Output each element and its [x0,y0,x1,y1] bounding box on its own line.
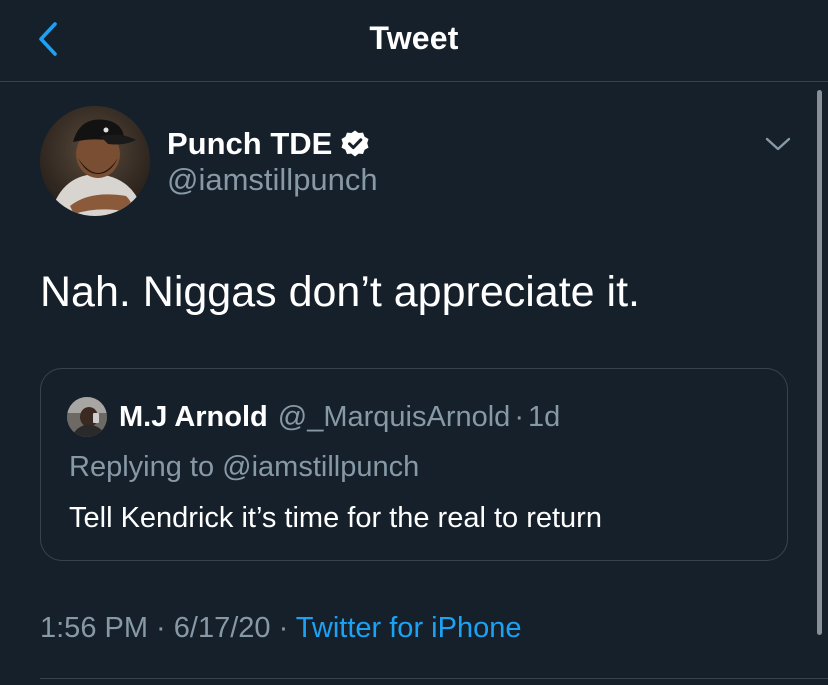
quoted-timestamp: 1d [527,400,561,433]
tweet-text: Nah. Niggas don’t appreciate it. [40,268,640,316]
tweet-options-button[interactable] [752,122,804,166]
replying-to-line: Replying to @iamstillpunch [69,451,419,484]
quoted-author-handle: @_MarquisArnold [277,400,511,433]
author-handle[interactable]: @iamstillpunch [167,162,378,198]
scrollbar[interactable] [817,90,822,635]
quoted-tweet-text: Tell Kendrick it’s time for the real to … [69,502,602,534]
author-avatar[interactable] [40,106,150,216]
tweet-time: 1:56 PM [40,612,148,644]
tweet-source-link[interactable]: Twitter for iPhone [296,612,522,644]
quoted-separator: · [514,400,524,433]
quoted-author-avatar [67,397,107,437]
meta-separator-2: · [270,612,296,644]
replying-to-handle[interactable]: @iamstillpunch [222,451,419,483]
tweet-meta: 1:56 PM · 6/17/20 · Twitter for iPhone [40,612,521,645]
quoted-author-name: M.J Arnold [119,400,268,433]
navigation-bar: Tweet [0,0,828,82]
verified-badge-icon [340,129,370,159]
quoted-tweet-card[interactable]: M.J Arnold @_MarquisArnold · 1d Replying… [40,368,788,561]
avatar-image [40,106,150,216]
tweet-date: 6/17/20 [173,612,271,644]
quoted-header: M.J Arnold @_MarquisArnold · 1d [119,397,560,437]
page-title: Tweet [369,20,459,56]
chevron-down-icon [765,137,791,151]
meta-separator-1: · [148,612,174,644]
divider [40,678,828,679]
quoted-avatar-image [67,397,107,437]
author-name-row[interactable]: Punch TDE [167,124,370,164]
replying-to-prefix: Replying to [69,451,223,483]
author-name[interactable]: Punch TDE [167,126,332,162]
